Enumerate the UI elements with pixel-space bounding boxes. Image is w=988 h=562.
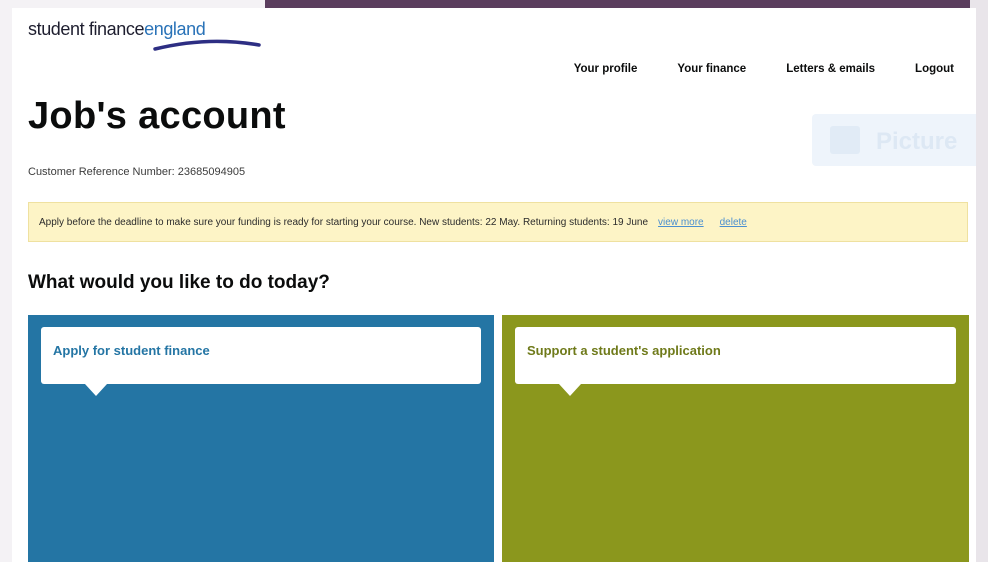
- apply-for-student-finance-label: Apply for student finance: [53, 343, 210, 358]
- faded-overlay-element: Picture: [812, 114, 976, 166]
- tile-speech-bubble: Support a student's application: [515, 327, 956, 396]
- page-title: Job's account: [28, 95, 286, 137]
- nav-your-profile[interactable]: Your profile: [574, 63, 638, 75]
- customer-reference-number: Customer Reference Number: 23685094905: [28, 166, 246, 178]
- nav-your-finance[interactable]: Your finance: [677, 63, 746, 75]
- deadline-notice-banner: Apply before the deadline to make sure y…: [28, 202, 968, 242]
- banner-view-more-link[interactable]: view more: [658, 217, 704, 228]
- top-nav: Your profile Your finance Letters & emai…: [534, 63, 954, 75]
- nav-letters-emails[interactable]: Letters & emails: [786, 63, 875, 75]
- support-student-application-label: Support a student's application: [527, 343, 721, 358]
- nav-logout[interactable]: Logout: [915, 63, 954, 75]
- faded-overlay-square: [830, 126, 860, 154]
- brand-logo-part1: student finance: [28, 19, 145, 39]
- banner-delete-link[interactable]: delete: [720, 217, 747, 228]
- page-container: student financeengland Your profile Your…: [12, 8, 976, 562]
- brand-swoosh-icon: [153, 39, 261, 51]
- banner-message: Apply before the deadline to make sure y…: [39, 216, 649, 228]
- tile-speech-bubble: Apply for student finance: [41, 327, 481, 396]
- apply-for-student-finance-tile[interactable]: Apply for student finance: [28, 315, 494, 562]
- support-student-application-tile[interactable]: Support a student's application: [502, 315, 969, 562]
- section-heading: What would you like to do today?: [28, 272, 330, 293]
- faded-overlay-text: Picture: [876, 128, 958, 155]
- brand-logo[interactable]: student financeengland: [28, 17, 268, 53]
